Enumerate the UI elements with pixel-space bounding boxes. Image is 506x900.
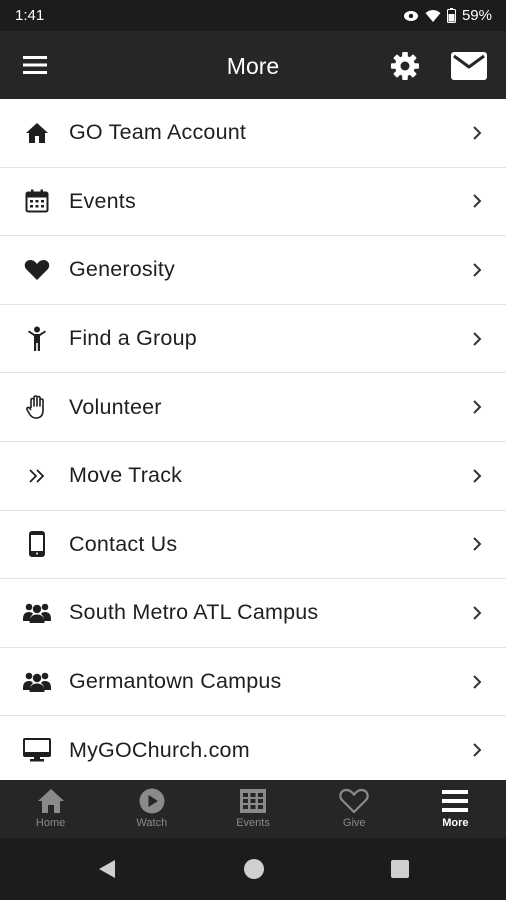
battery-icon xyxy=(446,8,456,23)
menu-item-events[interactable]: Events xyxy=(0,168,506,237)
heart-icon xyxy=(0,259,69,281)
phone-icon xyxy=(0,531,69,558)
status-icons: 59% xyxy=(403,7,492,24)
chevron-right-icon xyxy=(462,331,506,347)
battery-percent: 59% xyxy=(461,7,492,24)
home-icon xyxy=(37,789,64,813)
tab-events[interactable]: Events xyxy=(202,780,303,838)
mail-button[interactable] xyxy=(449,49,489,83)
recents-button[interactable] xyxy=(385,854,415,884)
calendar-icon xyxy=(0,189,69,213)
tab-label: Watch xyxy=(136,817,168,829)
status-bar: 1:41 59% xyxy=(0,0,506,31)
menu-item-label: Generosity xyxy=(69,257,175,282)
menu-item-label: GO Team Account xyxy=(69,120,247,145)
tab-label: Home xyxy=(35,817,66,829)
gear-icon xyxy=(391,52,419,80)
recents-square-icon xyxy=(391,860,409,878)
system-navigation-bar xyxy=(0,838,506,900)
tab-watch[interactable]: Watch xyxy=(101,780,202,838)
menu-item-contact-us[interactable]: Contact Us xyxy=(0,511,506,580)
menu-item-label: South Metro ATL Campus xyxy=(69,600,319,625)
tab-label: Give xyxy=(342,817,366,829)
app-bar: More xyxy=(0,31,506,99)
bottom-tab-bar: Home Watch Events Give More xyxy=(0,780,506,838)
status-time: 1:41 xyxy=(15,7,45,24)
page-title: More xyxy=(226,53,280,79)
double-chevron-icon xyxy=(0,468,69,484)
eye-comfort-icon xyxy=(403,10,419,22)
heart-outline-icon xyxy=(339,788,369,814)
menu-item-volunteer[interactable]: Volunteer xyxy=(0,373,506,442)
calendar-grid-icon xyxy=(240,789,266,813)
hamburger-menu-icon xyxy=(442,790,469,812)
tab-label: Events xyxy=(236,817,270,829)
play-circle-icon xyxy=(139,788,165,814)
menu-item-south-metro-atl-campus[interactable]: South Metro ATL Campus xyxy=(0,579,506,648)
chevron-right-icon xyxy=(462,742,506,758)
back-triangle-icon xyxy=(99,860,115,878)
menu-item-go-team-account[interactable]: GO Team Account xyxy=(0,99,506,168)
back-button[interactable] xyxy=(92,854,122,884)
hamburger-menu-icon xyxy=(23,56,47,74)
tab-more[interactable]: More xyxy=(405,780,506,838)
menu-item-germantown-campus[interactable]: Germantown Campus xyxy=(0,648,506,717)
menu-item-label: Events xyxy=(69,188,136,213)
hand-icon xyxy=(0,394,69,420)
envelope-icon xyxy=(451,52,487,80)
home-icon xyxy=(0,122,69,144)
chevron-right-icon xyxy=(462,536,506,552)
tab-give[interactable]: Give xyxy=(304,780,405,838)
menu-item-label: MyGOChurch.com xyxy=(69,737,250,762)
menu-item-label: Germantown Campus xyxy=(69,669,282,694)
menu-item-mygochurch[interactable]: MyGOChurch.com xyxy=(0,716,506,780)
menu-item-generosity[interactable]: Generosity xyxy=(0,236,506,305)
tab-label: More xyxy=(442,817,469,829)
more-menu-list: GO Team Account Events Generosity Find a… xyxy=(0,99,506,780)
chevron-right-icon xyxy=(462,125,506,141)
menu-item-move-track[interactable]: Move Track xyxy=(0,442,506,511)
menu-item-label: Contact Us xyxy=(69,531,178,556)
home-nav-button[interactable] xyxy=(239,854,269,884)
settings-button[interactable] xyxy=(388,49,422,83)
chevron-right-icon xyxy=(462,193,506,209)
menu-item-find-a-group[interactable]: Find a Group xyxy=(0,305,506,374)
chevron-right-icon xyxy=(462,468,506,484)
menu-item-label: Move Track xyxy=(69,463,183,488)
chevron-right-icon xyxy=(462,399,506,415)
tab-home[interactable]: Home xyxy=(0,780,101,838)
hamburger-menu-button[interactable] xyxy=(20,50,50,80)
wifi-icon xyxy=(425,9,441,23)
home-circle-icon xyxy=(244,859,264,879)
group-icon xyxy=(0,602,69,624)
chevron-right-icon xyxy=(462,262,506,278)
chevron-right-icon xyxy=(462,605,506,621)
group-icon xyxy=(0,671,69,693)
chevron-right-icon xyxy=(462,674,506,690)
menu-item-label: Find a Group xyxy=(69,326,197,351)
monitor-icon xyxy=(0,738,69,762)
menu-item-label: Volunteer xyxy=(69,394,162,419)
person-icon xyxy=(0,326,69,352)
